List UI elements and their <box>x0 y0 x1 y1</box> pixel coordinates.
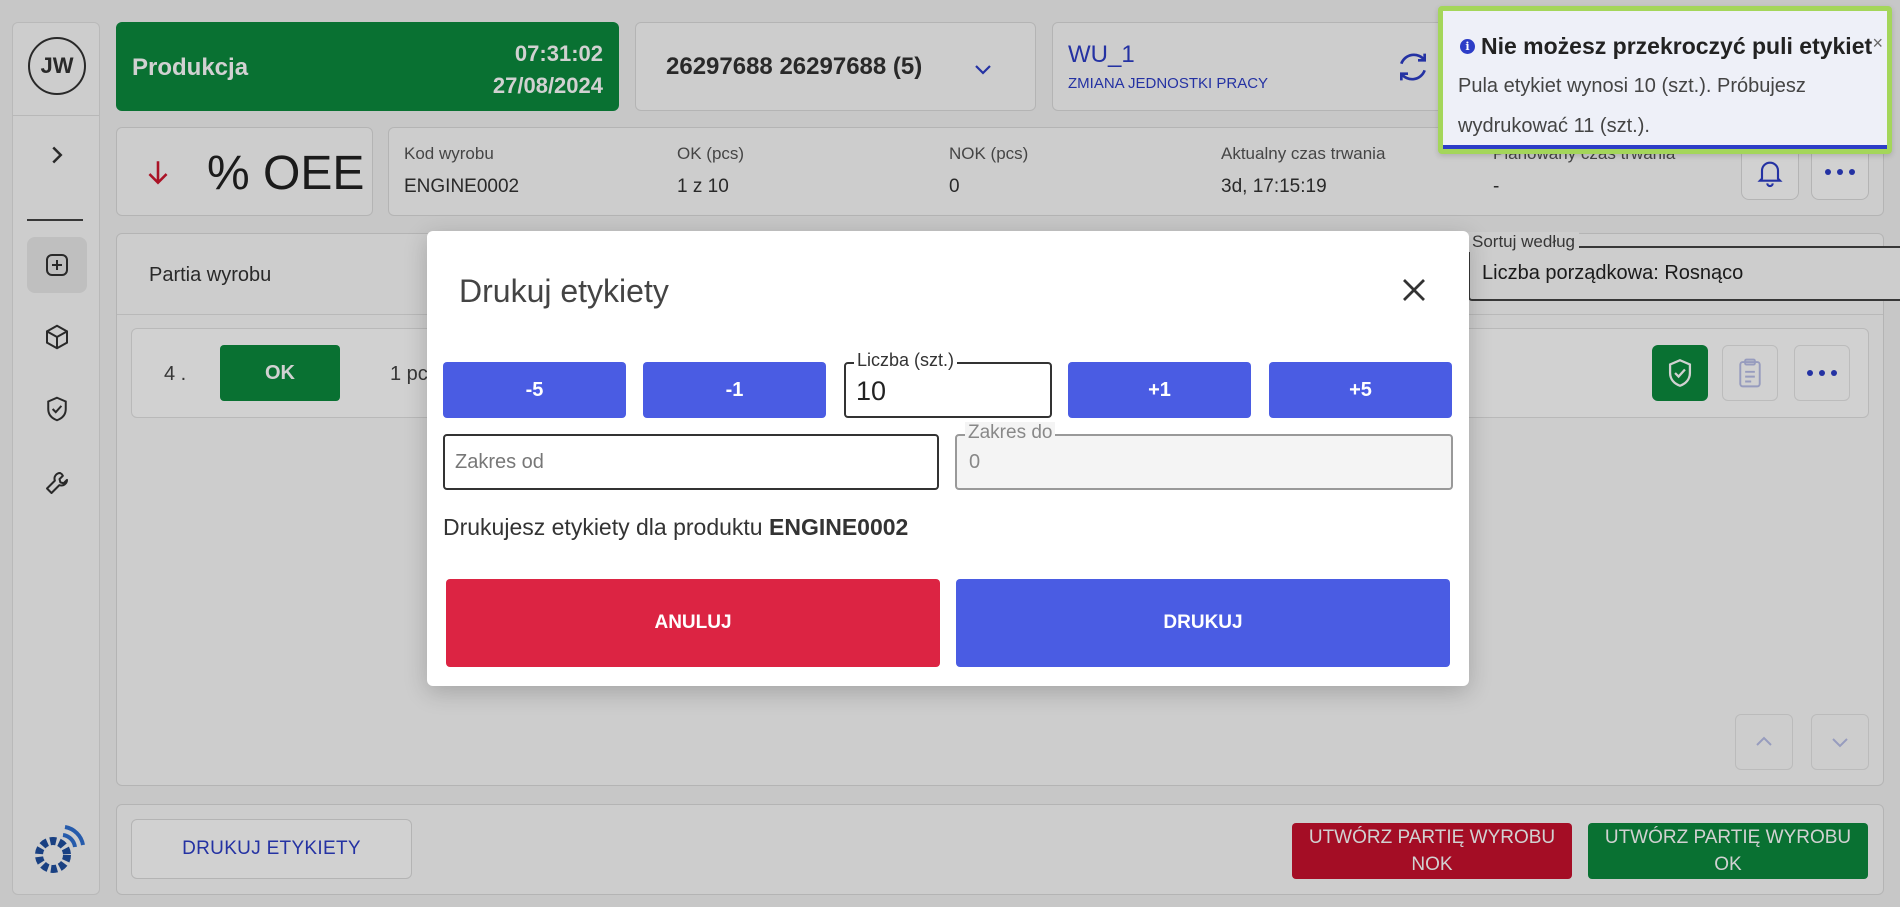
message-text: Drukujesz etykiety dla produktu <box>443 514 769 540</box>
toast-title: Nie możesz przekroczyć puli etykiet <box>1481 33 1873 59</box>
quantity-value: 10 <box>856 376 887 406</box>
error-toast: i Nie możesz przekroczyć puli etykiet × … <box>1438 6 1892 154</box>
decrement-5-button[interactable]: -5 <box>443 362 626 418</box>
dialog-message: Drukujesz etykiety dla produktu ENGINE00… <box>443 514 908 541</box>
toast-close-button[interactable]: × <box>1872 33 1883 54</box>
toast-progress-bar <box>1443 145 1887 149</box>
print-labels-dialog: Drukuj etykiety -5 -1 Liczba (szt.) 10 +… <box>427 231 1469 686</box>
print-button[interactable]: DRUKUJ <box>956 579 1450 667</box>
increment-5-button[interactable]: +5 <box>1269 362 1452 418</box>
dialog-title: Drukuj etykiety <box>459 273 669 309</box>
range-to-input: Zakres do 0 <box>955 422 1453 490</box>
range-from-placeholder: Zakres od <box>455 451 544 473</box>
toast-message: Pula etykiet wynosi 10 (szt.). Próbujesz… <box>1458 75 1806 137</box>
decrement-1-button[interactable]: -1 <box>643 362 826 418</box>
message-product: ENGINE0002 <box>769 514 909 540</box>
quantity-input[interactable]: Liczba (szt.) 10 <box>844 350 1052 418</box>
range-to-value: 0 <box>969 451 981 473</box>
increment-1-button[interactable]: +1 <box>1068 362 1251 418</box>
info-icon: i <box>1460 39 1475 54</box>
quantity-label: Liczba (szt.) <box>854 350 958 371</box>
range-from-input[interactable]: Zakres od <box>443 434 939 490</box>
close-icon[interactable] <box>1399 275 1429 305</box>
range-to-label: Zakres do <box>965 422 1056 444</box>
cancel-button[interactable]: ANULUJ <box>446 579 940 667</box>
